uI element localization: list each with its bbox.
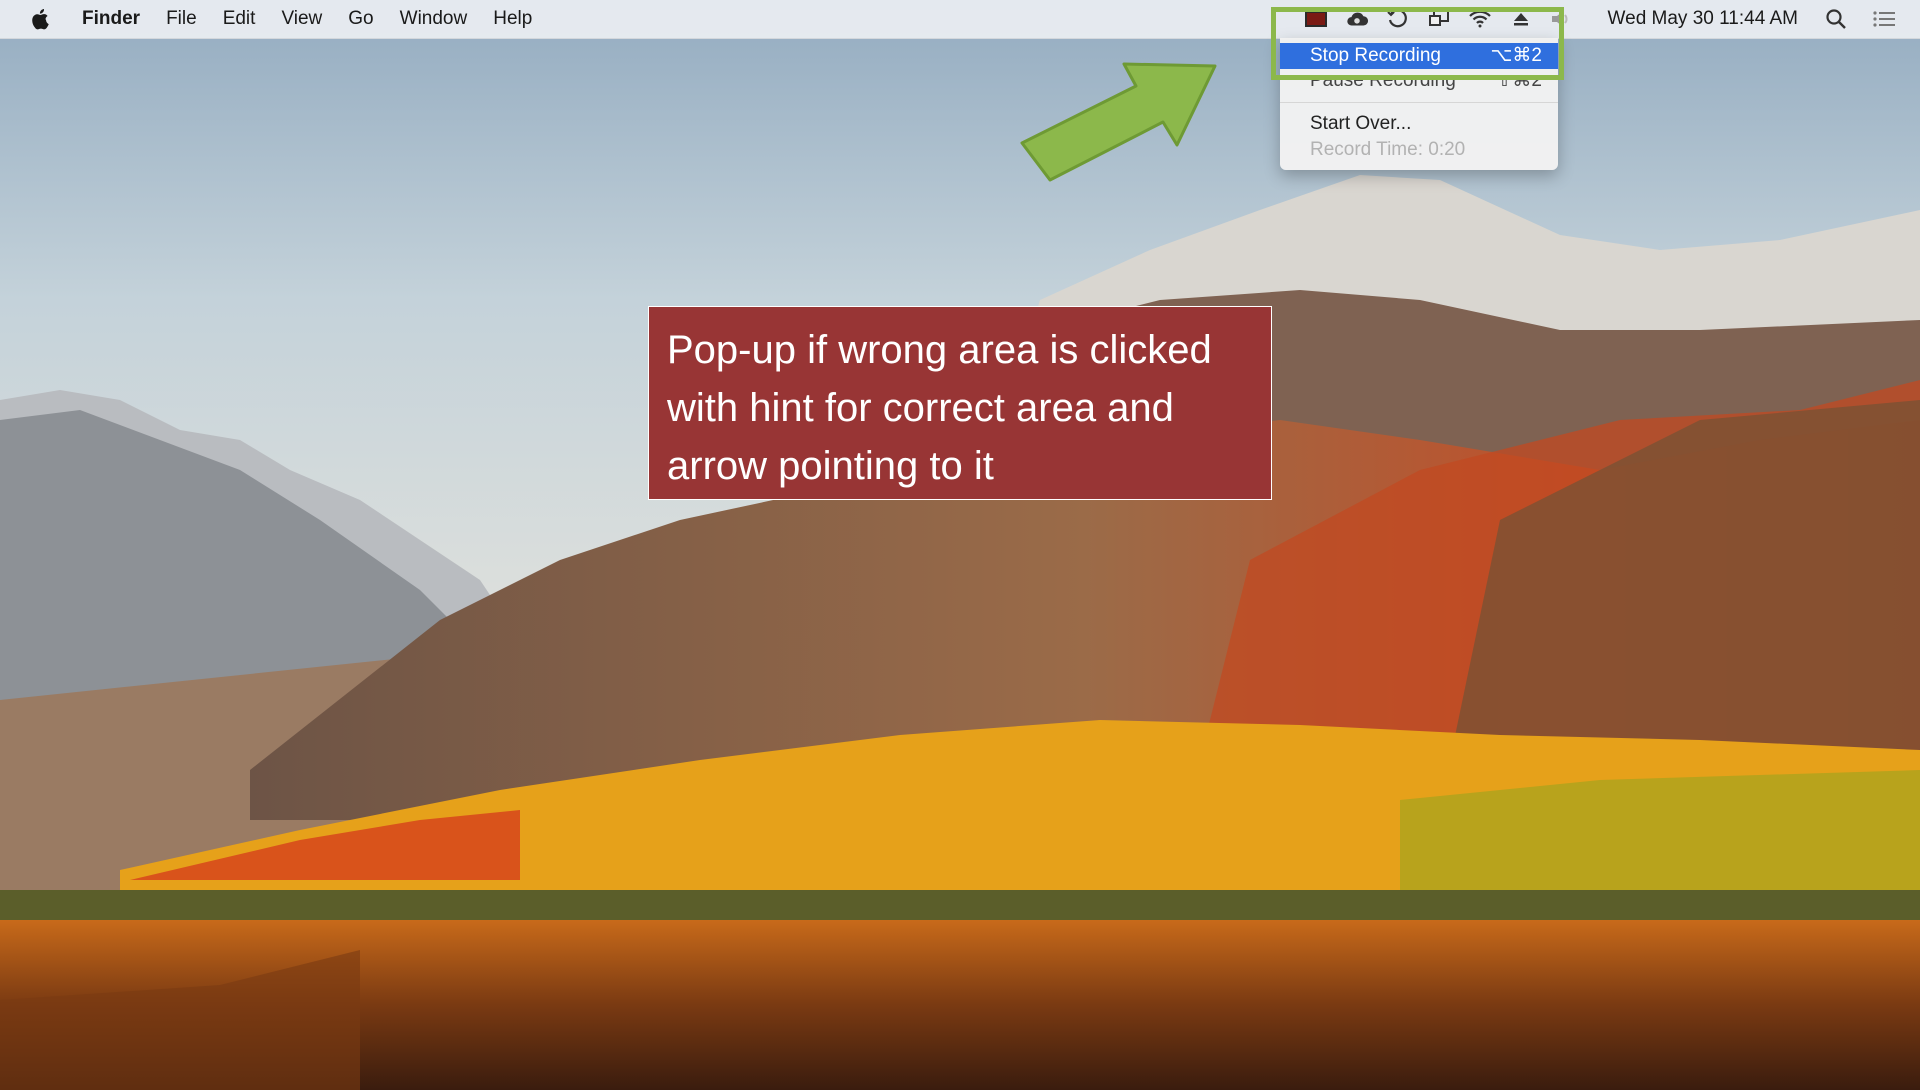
apple-menu-icon[interactable]	[26, 0, 56, 38]
menu-app-finder[interactable]: Finder	[82, 8, 140, 30]
hint-highlight-box	[1271, 7, 1564, 80]
search-icon[interactable]	[1824, 7, 1848, 31]
menu-go[interactable]: Go	[348, 8, 373, 30]
menu-separator	[1280, 102, 1558, 103]
menubar-clock[interactable]: Wed May 30 11:44 AM	[1608, 8, 1798, 30]
start-over-menu-item[interactable]: Start Over...	[1280, 111, 1558, 137]
record-time-readout: Record Time: 0:20	[1280, 137, 1558, 163]
wallpaper-scene	[0, 0, 1920, 1090]
hint-arrow-icon	[1020, 62, 1217, 182]
menu-edit[interactable]: Edit	[223, 8, 256, 30]
notification-list-icon[interactable]	[1872, 7, 1896, 31]
hint-callout-text: Pop-up if wrong area is clicked with hin…	[667, 328, 1212, 488]
desktop-wallpaper	[0, 0, 1920, 1090]
hint-callout: Pop-up if wrong area is clicked with hin…	[648, 306, 1272, 500]
menu-window[interactable]: Window	[400, 8, 468, 30]
start-over-label: Start Over...	[1310, 113, 1412, 134]
menu-bar: Finder File Edit View Go Window Help Wed…	[0, 0, 1920, 39]
menu-help[interactable]: Help	[493, 8, 532, 30]
record-time-label: Record Time: 0:20	[1310, 139, 1466, 160]
menu-file[interactable]: File	[166, 8, 197, 30]
menu-view[interactable]: View	[281, 8, 322, 30]
